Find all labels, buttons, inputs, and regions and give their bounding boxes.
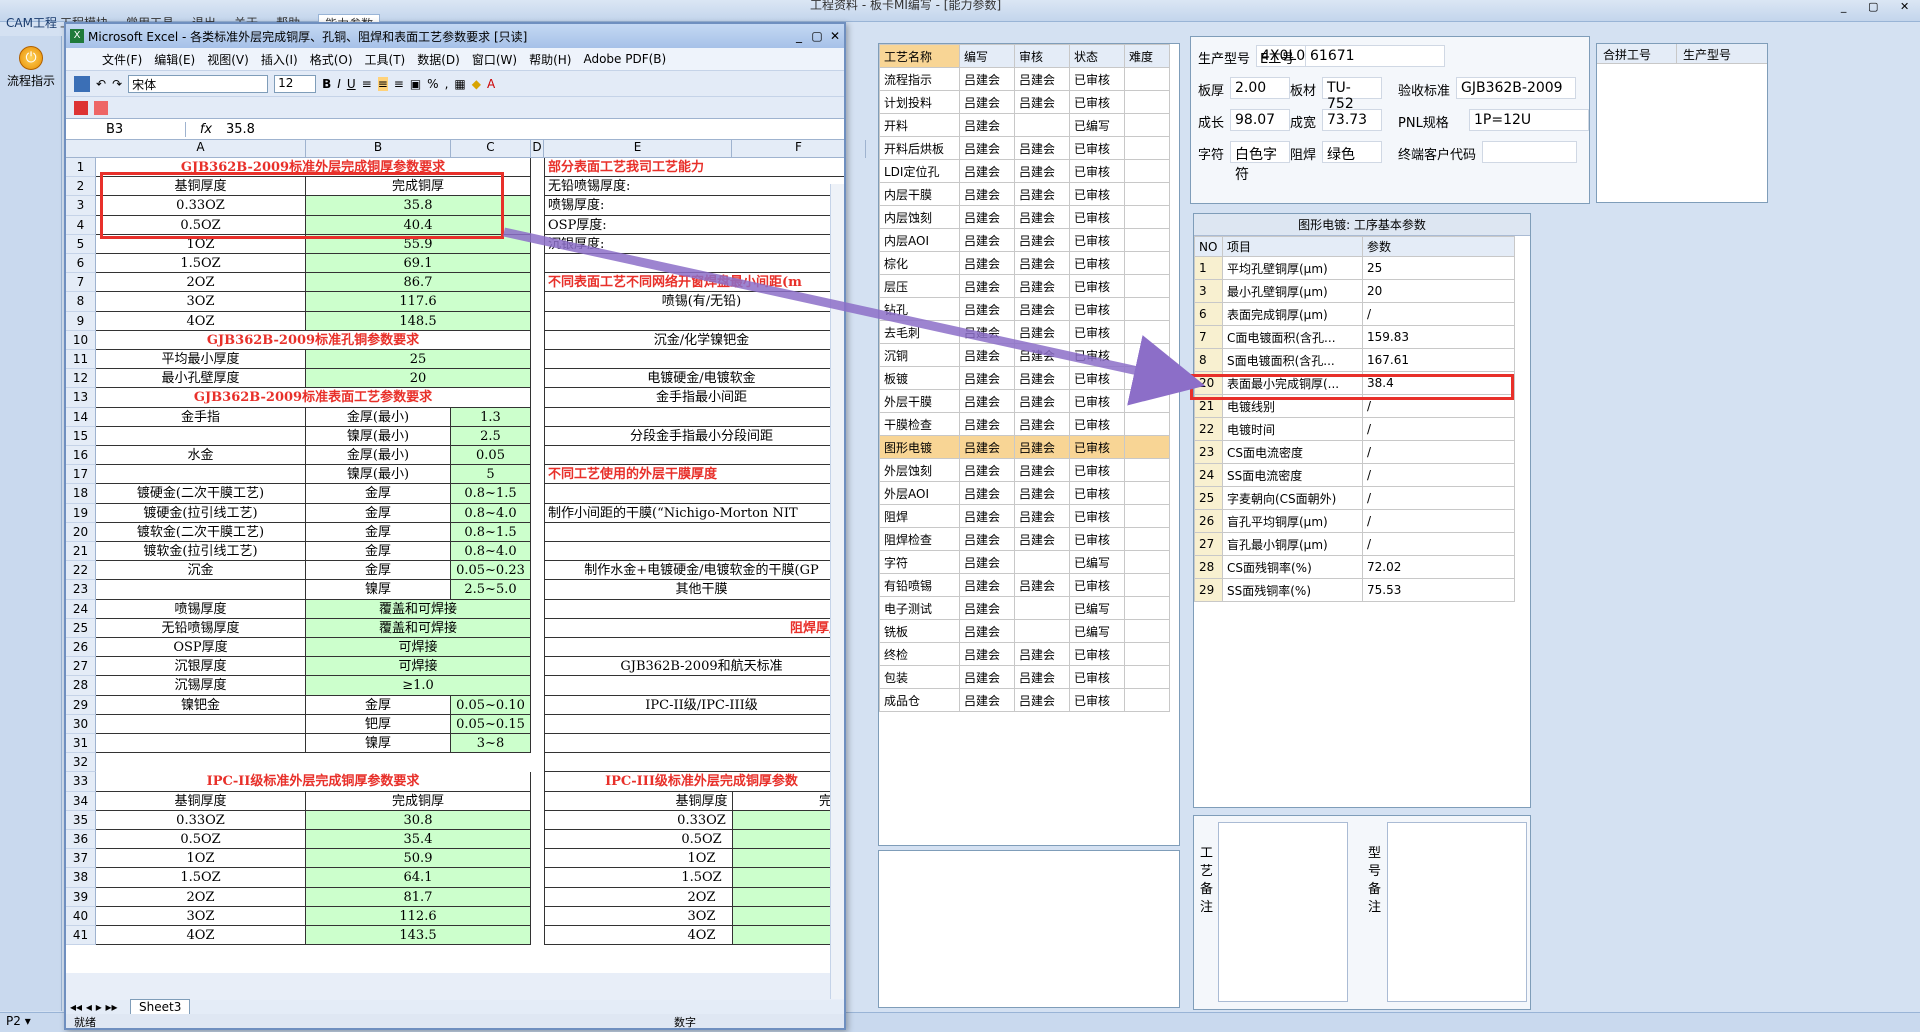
annotation-arrow bbox=[503, 227, 1206, 406]
arrow-line bbox=[503, 227, 1206, 406]
